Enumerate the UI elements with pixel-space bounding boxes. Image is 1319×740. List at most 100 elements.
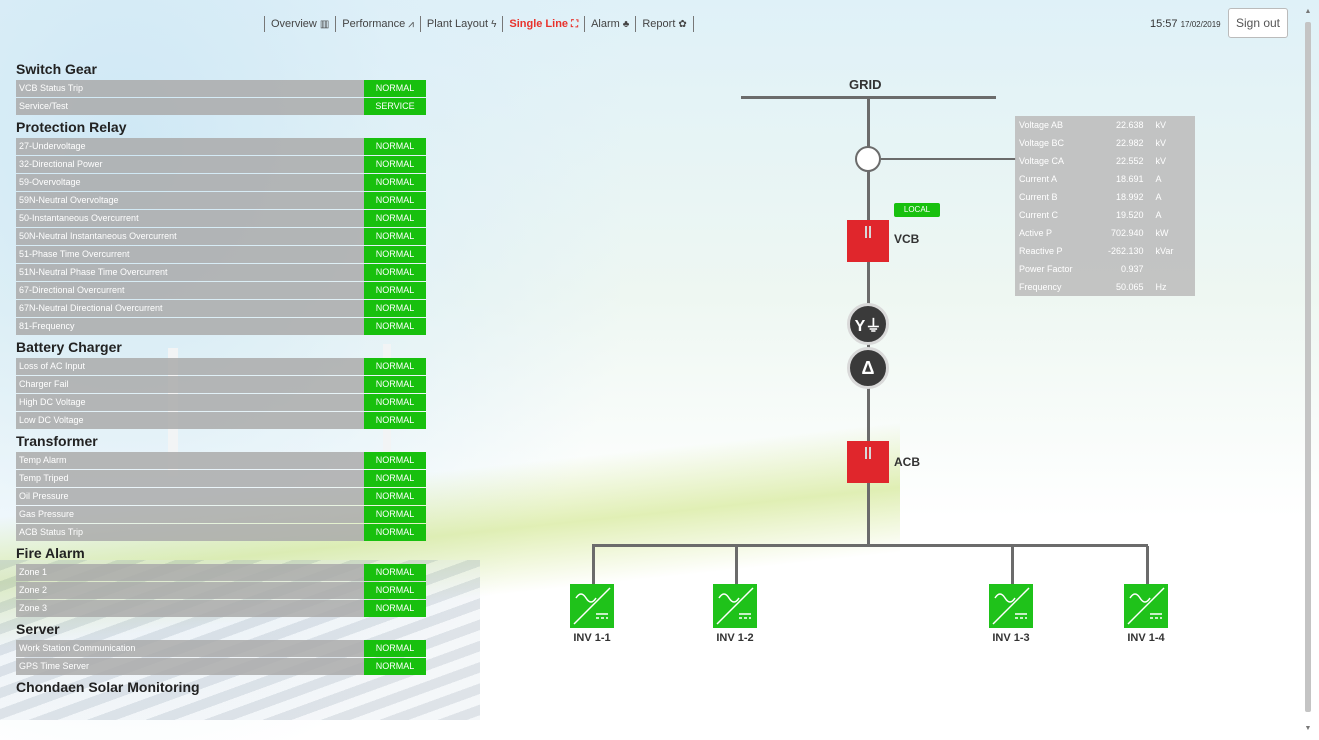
inverter-feeder-line	[1146, 546, 1149, 584]
status-label: VCB Status Trip	[19, 83, 84, 93]
status-badge: NORMAL	[364, 488, 426, 505]
status-row: Charger Fail NORMAL	[16, 376, 426, 393]
acb-breaker[interactable]	[847, 441, 889, 483]
status-row: Zone 3 NORMAL	[16, 600, 426, 617]
scrollbar-thumb[interactable]	[1305, 22, 1311, 712]
meter-unit: A	[1155, 192, 1162, 202]
bolt-icon: ϟ	[491, 18, 497, 30]
nav-performance[interactable]: Performance ⩘	[342, 18, 414, 30]
meter-unit	[1143, 260, 1195, 278]
vcb-label: VCB	[894, 232, 920, 246]
status-badge: NORMAL	[364, 80, 426, 97]
meter-value: 22.638	[1115, 120, 1144, 130]
nav-label: Performance	[342, 18, 406, 30]
nav-label: Single Line	[509, 18, 569, 30]
meter-value: 702.940	[1110, 228, 1144, 238]
nav-single-line[interactable]: Single Line ⛶	[509, 18, 578, 30]
meter-row: Current A 18.691 A	[1015, 170, 1195, 188]
meter-row: Voltage BC 22.982 kV	[1015, 134, 1195, 152]
status-row: ACB Status Trip NORMAL	[16, 524, 426, 541]
meter-row: Active P 702.940 kW	[1015, 224, 1195, 242]
status-label: 67N-Neutral Directional Overcurrent	[19, 303, 163, 313]
status-label: Service/Test	[19, 101, 69, 111]
meter-row: Current B 18.992 A	[1015, 188, 1195, 206]
status-badge: NORMAL	[364, 452, 426, 469]
inverter-icon[interactable]	[713, 584, 757, 628]
meter-name: Voltage AB	[1019, 120, 1064, 130]
nav-separator	[584, 16, 586, 32]
nav-label: Overview	[271, 18, 317, 30]
meter-unit: A	[1155, 174, 1162, 184]
inverter-label: INV 1-3	[992, 632, 1030, 644]
status-label: Zone 3	[19, 603, 48, 613]
nav-report[interactable]: Report ✿	[642, 18, 686, 30]
scrollbar[interactable]: ▲ ▼	[1303, 8, 1313, 732]
meter-row: Frequency 50.065 Hz	[1015, 278, 1195, 296]
status-row: 51-Phase Time Overcurrent NORMAL	[16, 246, 426, 263]
inverter-icon[interactable]	[570, 584, 614, 628]
status-badge: NORMAL	[364, 138, 426, 155]
status-row: 50-Instantaneous Overcurrent NORMAL	[16, 210, 426, 227]
status-badge: NORMAL	[364, 600, 426, 617]
inverter-icon[interactable]	[989, 584, 1033, 628]
status-row: 32-Directional Power NORMAL	[16, 156, 426, 173]
status-label: High DC Voltage	[19, 397, 86, 407]
meter-name: Voltage CA	[1019, 156, 1065, 166]
status-badge: NORMAL	[364, 658, 426, 675]
status-label: Charger Fail	[19, 379, 69, 389]
status-row: Zone 1 NORMAL	[16, 564, 426, 581]
inverter-label: INV 1-2	[716, 632, 754, 644]
meter-row: Current C 19.520 A	[1015, 206, 1195, 224]
nav-overview[interactable]: Overview ▥	[271, 18, 329, 30]
status-label: Low DC Voltage	[19, 415, 84, 425]
status-row: 81-Frequency NORMAL	[16, 318, 426, 335]
vcb-breaker[interactable]	[847, 220, 889, 262]
status-badge: NORMAL	[364, 524, 426, 541]
status-badge: NORMAL	[364, 282, 426, 299]
status-badge: NORMAL	[364, 210, 426, 227]
status-badge: NORMAL	[364, 412, 426, 429]
transformer-wye-icon[interactable]: Y⏚	[847, 303, 889, 345]
meter-value: 18.691	[1115, 174, 1144, 184]
nav-label: Report	[642, 18, 676, 30]
status-badge: SERVICE	[364, 98, 426, 115]
meter-row: Voltage CA 22.552 kV	[1015, 152, 1195, 170]
status-badge: NORMAL	[364, 640, 426, 657]
status-label: GPS Time Server	[19, 661, 90, 671]
status-row: 27-Undervoltage NORMAL	[16, 138, 426, 155]
status-badge: NORMAL	[364, 228, 426, 245]
status-badge: NORMAL	[364, 156, 426, 173]
status-label: 50N-Neutral Instantaneous Overcurrent	[19, 231, 177, 241]
meter-value: 22.982	[1115, 138, 1144, 148]
breaker-contact-icon	[865, 447, 871, 459]
status-row: Temp Alarm NORMAL	[16, 452, 426, 469]
status-row: Oil Pressure NORMAL	[16, 488, 426, 505]
status-label: 32-Directional Power	[19, 159, 103, 169]
status-label: 67-Directional Overcurrent	[19, 285, 125, 295]
nav-plant-layout[interactable]: Plant Layout ϟ	[427, 18, 496, 30]
status-row: Gas Pressure NORMAL	[16, 506, 426, 523]
transformer-delta-icon[interactable]: Δ	[847, 347, 889, 389]
status-badge: NORMAL	[364, 506, 426, 523]
nav-alarm[interactable]: Alarm ♣	[591, 18, 629, 30]
status-label: Zone 2	[19, 585, 48, 595]
status-label: 50-Instantaneous Overcurrent	[19, 213, 139, 223]
meter-name: Reactive P	[1019, 246, 1063, 256]
grid-label: GRID	[849, 77, 882, 92]
inverter-icon[interactable]	[1124, 584, 1168, 628]
meter-value: 50.065	[1115, 282, 1144, 292]
scroll-down-arrow-icon[interactable]: ▼	[1303, 725, 1313, 732]
status-row: Work Station Communication NORMAL	[16, 640, 426, 657]
section-title: Switch Gear	[16, 61, 97, 77]
top-navigation: Overview ▥ Performance ⩘ Plant Layout ϟ Single…	[258, 14, 700, 34]
section-title: Transformer	[16, 433, 98, 449]
status-badge: NORMAL	[364, 300, 426, 317]
scroll-up-arrow-icon[interactable]: ▲	[1303, 8, 1313, 15]
status-label: Zone 1	[19, 567, 48, 577]
status-row: Loss of AC Input NORMAL	[16, 358, 426, 375]
status-row: 67-Directional Overcurrent NORMAL	[16, 282, 426, 299]
meter-row: Voltage AB 22.638 kV	[1015, 116, 1195, 134]
sign-out-button[interactable]: Sign out	[1228, 8, 1288, 38]
meter-name: Current A	[1019, 174, 1058, 184]
footer-title: Chondaen Solar Monitoring	[16, 679, 200, 695]
